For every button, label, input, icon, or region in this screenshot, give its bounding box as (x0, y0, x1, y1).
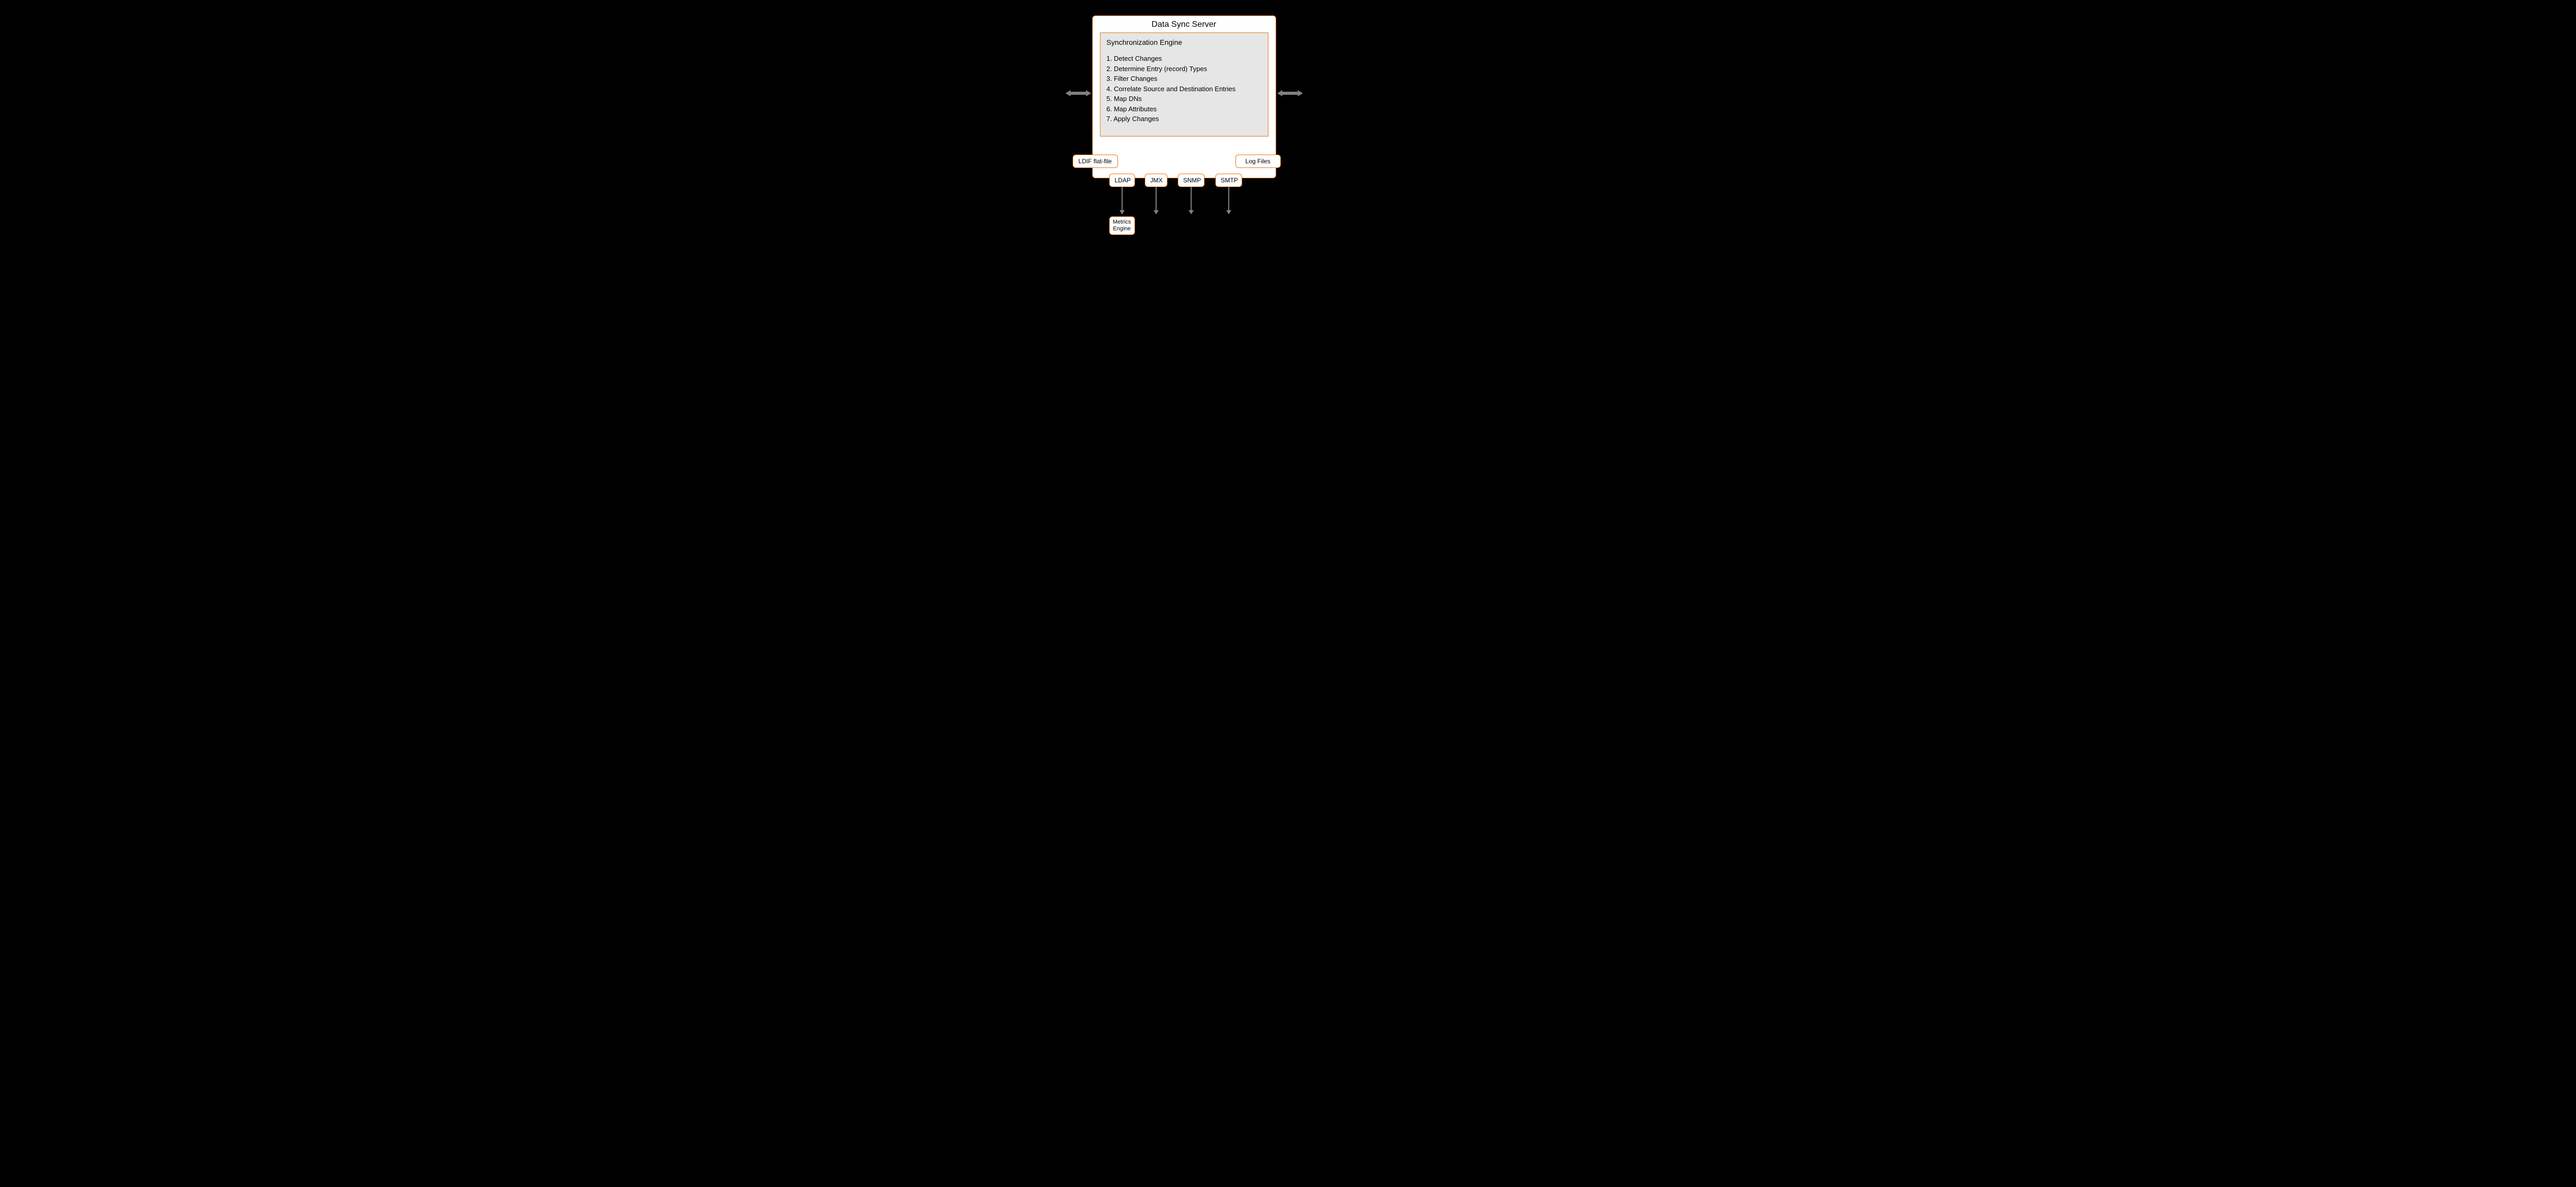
smtp-pill: SMTP (1215, 174, 1242, 187)
engine-steps: 1. Detect Changes 2. Determine Entry (re… (1107, 54, 1262, 124)
arrow-down-icon (1156, 187, 1157, 214)
step-6: 6. Map Attributes (1107, 104, 1262, 114)
step-4: 4. Correlate Source and Destination Entr… (1107, 84, 1262, 94)
ldif-flat-file-pill: LDIF flat-file (1073, 155, 1118, 168)
metrics-line2: Engine (1111, 226, 1133, 232)
engine-title: Synchronization Engine (1107, 38, 1262, 46)
arrow-down-icon (1122, 187, 1123, 214)
step-2: 2. Determine Entry (record) Types (1107, 64, 1262, 74)
sync-engine-box: Synchronization Engine 1. Detect Changes… (1100, 32, 1268, 137)
metrics-line1: Metrics (1111, 219, 1133, 226)
jmx-pill: JMX (1145, 174, 1167, 187)
snmp-pill: SNMP (1178, 174, 1205, 187)
step-5: 5. Map DNs (1107, 94, 1262, 104)
metrics-engine-box: Metrics Engine (1109, 216, 1135, 235)
server-title: Data Sync Server (1093, 16, 1276, 32)
step-3: 3. Filter Changes (1107, 74, 1262, 84)
diagram-canvas: Data Sync Server Synchronization Engine … (883, 0, 1694, 297)
arrow-down-icon (1191, 187, 1192, 214)
arrow-down-icon (1228, 187, 1229, 214)
step-1: 1. Detect Changes (1107, 54, 1262, 64)
log-files-pill: Log Files (1235, 155, 1281, 168)
step-7: 7. Apply Changes (1107, 114, 1262, 124)
bidirectional-arrow-left-icon (1065, 89, 1091, 97)
ldap-pill: LDAP (1109, 174, 1135, 187)
data-sync-server-box: Data Sync Server Synchronization Engine … (1092, 15, 1276, 178)
bidirectional-arrow-right-icon (1277, 89, 1303, 97)
